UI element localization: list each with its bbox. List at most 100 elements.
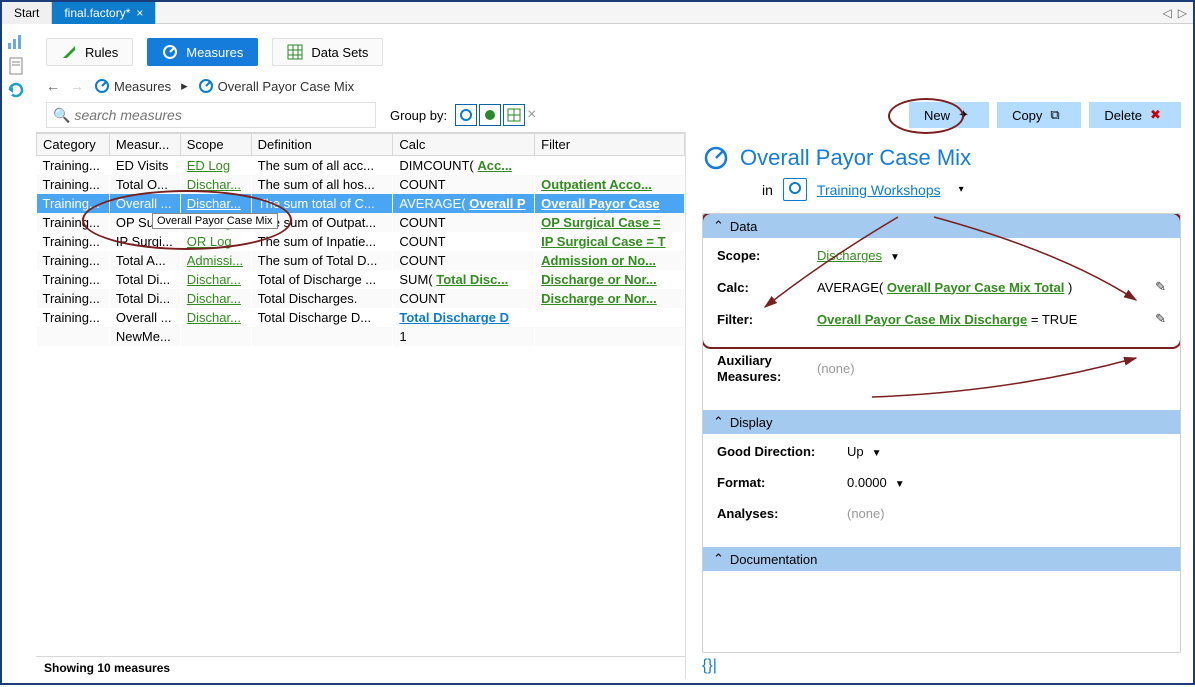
- collapse-icon: ⌃: [713, 218, 724, 234]
- delete-icon: ✖: [1150, 107, 1166, 123]
- group-by-label: Group by:: [390, 108, 447, 123]
- tab-active[interactable]: final.factory* ×: [52, 2, 156, 24]
- mode-datasets-button[interactable]: Data Sets: [272, 38, 383, 66]
- mode-rules-button[interactable]: Rules: [46, 38, 133, 66]
- dropdown-icon[interactable]: ▾: [959, 184, 964, 195]
- breadcrumb-current[interactable]: Overall Payor Case Mix: [198, 78, 355, 94]
- copy-button[interactable]: Copy ⧉: [997, 102, 1081, 128]
- mode-rules-label: Rules: [85, 45, 118, 60]
- section-data-body: Scope: Discharges▼ Calc: AVERAGE( Overal…: [703, 238, 1180, 353]
- doc-icon[interactable]: [6, 56, 26, 76]
- table-row[interactable]: Training...Overall ...Dischar...The sum …: [37, 194, 685, 213]
- edit-filter-icon[interactable]: ✎: [1155, 311, 1166, 327]
- detail-scroll[interactable]: ⌃ Data Scope: Discharges▼ Calc: AVERAGE(…: [702, 213, 1181, 653]
- new-button[interactable]: New ✦: [909, 102, 989, 128]
- table-wrap[interactable]: Category Measur... Scope Definition Calc…: [36, 132, 685, 656]
- folder-icon: [783, 178, 807, 201]
- aux-value: (none): [817, 361, 1166, 376]
- measures-table: Category Measur... Scope Definition Calc…: [36, 133, 685, 346]
- scope-dropdown-icon[interactable]: ▼: [890, 252, 900, 263]
- measures-icon: [162, 44, 178, 60]
- analyses-label: Analyses:: [717, 506, 847, 521]
- col-calc[interactable]: Calc: [393, 134, 535, 156]
- section-doc-body: [703, 571, 1180, 583]
- scope-label: Scope:: [717, 248, 817, 263]
- search-icon: 🔍: [53, 107, 70, 124]
- close-icon[interactable]: ×: [136, 6, 143, 20]
- collapse-icon: ⌃: [713, 414, 724, 430]
- group-by-icons: ×: [455, 104, 543, 126]
- table-row[interactable]: Training...IP Surgi...OR LogThe sum of I…: [37, 232, 685, 251]
- good-direction-label: Good Direction:: [717, 444, 847, 459]
- search-input[interactable]: [74, 107, 369, 123]
- tab-active-label: final.factory*: [64, 6, 130, 20]
- search-box[interactable]: 🔍: [46, 102, 376, 128]
- section-data[interactable]: ⌃ Data: [703, 214, 1180, 238]
- chart-icon[interactable]: [6, 32, 26, 52]
- status-bar: Showing 10 measures: [36, 656, 685, 679]
- analyses-value: (none): [847, 506, 1166, 521]
- table-row[interactable]: Training...Total O...Dischar...The sum o…: [37, 175, 685, 194]
- table-row[interactable]: Training...Total Di...Dischar...Total Di…: [37, 289, 685, 308]
- table-row[interactable]: NewMe...1: [37, 327, 685, 346]
- tab-nav: ◁ ▷: [1163, 6, 1193, 20]
- group-scope-icon[interactable]: [479, 104, 501, 126]
- table-row[interactable]: Training...Total A...Admissi...The sum o…: [37, 251, 685, 270]
- copy-icon: ⧉: [1050, 107, 1066, 123]
- col-measure[interactable]: Measur...: [109, 134, 180, 156]
- col-category[interactable]: Category: [37, 134, 110, 156]
- action-buttons: New ✦ Copy ⧉ Delete ✖: [909, 102, 1185, 128]
- table-panel: Category Measur... Scope Definition Calc…: [36, 132, 686, 679]
- breadcrumb: ← → Measures ▸ Overall Payor Case Mix: [36, 74, 1189, 100]
- nav-forward-icon[interactable]: →: [70, 78, 84, 94]
- mode-datasets-label: Data Sets: [311, 45, 368, 60]
- tooltip: Overall Payor Case Mix: [152, 213, 278, 229]
- footer-brace-icon: {}|: [702, 653, 1181, 675]
- group-grid-icon[interactable]: [503, 104, 525, 126]
- tab-bar: Start final.factory* × ◁ ▷: [2, 2, 1193, 24]
- edit-calc-icon[interactable]: ✎: [1155, 279, 1166, 295]
- format-label: Format:: [717, 475, 847, 490]
- filter-link[interactable]: Overall Payor Case Mix Discharge: [817, 312, 1027, 327]
- calc-label: Calc:: [717, 280, 817, 295]
- good-direction-value[interactable]: Up▼: [847, 444, 1166, 459]
- nav-back-icon[interactable]: ←: [46, 78, 60, 94]
- tab-start[interactable]: Start: [2, 2, 52, 24]
- calc-link[interactable]: Overall Payor Case Mix Total: [887, 280, 1065, 295]
- scope-link[interactable]: Discharges: [817, 248, 882, 263]
- mode-measures-label: Measures: [186, 45, 243, 60]
- table-row[interactable]: Training...Total Di...Dischar...Total of…: [37, 270, 685, 289]
- delete-button[interactable]: Delete ✖: [1089, 102, 1181, 128]
- detail-panel: Overall Payor Case Mix in Training Works…: [686, 132, 1189, 679]
- datasets-icon: [287, 44, 303, 60]
- rules-icon: [61, 44, 77, 60]
- mode-row: Rules Measures Data Sets: [36, 28, 1189, 74]
- section-display[interactable]: ⌃ Display: [703, 410, 1180, 434]
- mode-measures-button[interactable]: Measures: [147, 38, 258, 66]
- detail-title: Overall Payor Case Mix: [702, 140, 1181, 178]
- table-row[interactable]: Training...ED VisitsED LogThe sum of all…: [37, 156, 685, 176]
- tab-next-icon[interactable]: ▷: [1178, 6, 1187, 20]
- main-content: Rules Measures Data Sets ← → Measures ▸ …: [36, 28, 1189, 679]
- col-scope[interactable]: Scope: [180, 134, 251, 156]
- table-row[interactable]: Training...Overall ...Dischar...Total Di…: [37, 308, 685, 327]
- training-workshops-link[interactable]: Training Workshops: [817, 182, 941, 198]
- collapse-icon: ⌃: [713, 551, 724, 567]
- section-documentation[interactable]: ⌃ Documentation: [703, 547, 1180, 571]
- left-icon-strip: [6, 32, 32, 100]
- section-display-body: Good Direction: Up▼ Format: 0.0000▼ Anal…: [703, 434, 1180, 547]
- format-value[interactable]: 0.0000▼: [847, 475, 1166, 490]
- table-row[interactable]: Training...OP Surg...OR LogThe sum of Ou…: [37, 213, 685, 232]
- group-measure-icon[interactable]: [455, 104, 477, 126]
- col-definition[interactable]: Definition: [251, 134, 393, 156]
- toolbar-row: 🔍 Group by: × New ✦ Copy ⧉ Delete ✖: [36, 100, 1189, 132]
- aux-label: Auxiliary Measures:: [717, 353, 817, 384]
- col-filter[interactable]: Filter: [535, 134, 685, 156]
- breadcrumb-root[interactable]: Measures: [94, 78, 171, 94]
- new-icon: ✦: [958, 107, 974, 123]
- group-clear-icon[interactable]: ×: [527, 106, 543, 124]
- refresh-icon[interactable]: [6, 80, 26, 100]
- filter-label: Filter:: [717, 312, 817, 327]
- tab-prev-icon[interactable]: ◁: [1163, 6, 1172, 20]
- filter-value: Overall Payor Case Mix Discharge = TRUE: [817, 312, 1155, 327]
